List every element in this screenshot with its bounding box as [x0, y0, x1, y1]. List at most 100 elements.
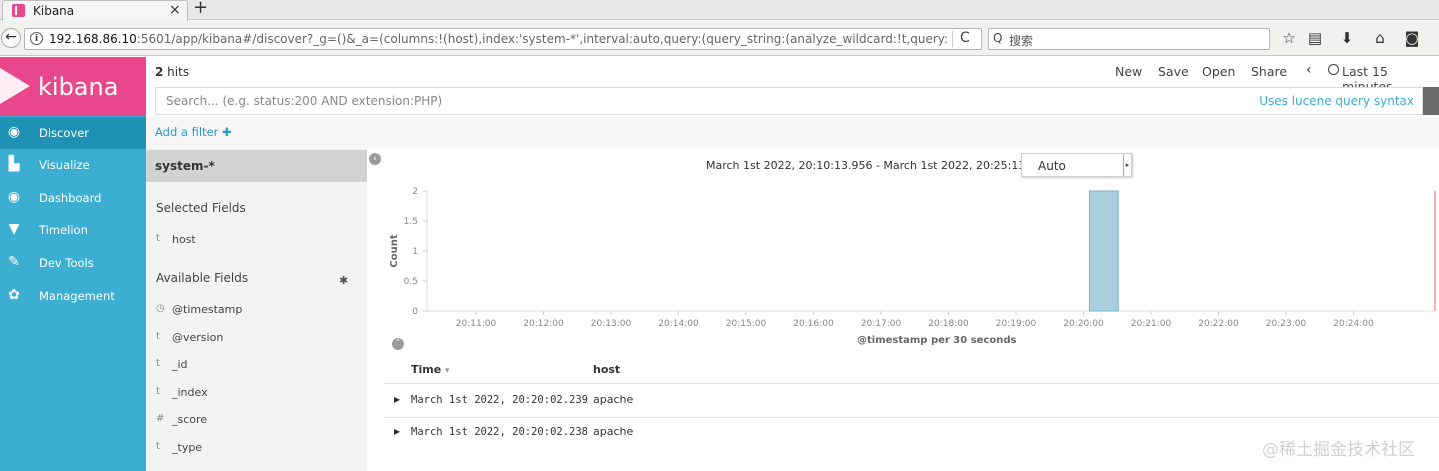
- kibana-logo[interactable]: kibana: [0, 57, 146, 116]
- field-row[interactable]: t _index: [156, 384, 356, 404]
- y-tick-label: 0: [412, 307, 418, 317]
- browser-tab-bar: Kibana × +: [0, 0, 1439, 21]
- collapse-sidebar-icon[interactable]: ‹: [369, 153, 381, 165]
- sidebar-item-visualize[interactable]: ▙ Visualize: [0, 149, 146, 181]
- x-tick-label: 20:24:00: [1333, 319, 1374, 329]
- interval-value: Auto: [1038, 159, 1066, 173]
- sidebar-item-label: Dashboard: [39, 191, 102, 205]
- y-tick-label: 1.5: [404, 217, 418, 227]
- field-type-icon: #: [156, 413, 165, 424]
- x-tick-label: 20:19:00: [996, 319, 1037, 329]
- field-name: _index: [172, 386, 208, 399]
- search-placeholder: 搜索: [1009, 34, 1034, 48]
- field-row[interactable]: t @version: [156, 329, 356, 349]
- y-tick-label: 0.5: [404, 277, 418, 287]
- selected-fields-title: Selected Fields: [156, 201, 246, 215]
- table-divider: [384, 383, 1439, 384]
- reload-icon[interactable]: C: [960, 30, 970, 46]
- browser-tab[interactable]: Kibana ×: [2, 0, 188, 21]
- x-tick-label: 20:11:00: [456, 319, 497, 329]
- add-filter-button[interactable]: Add a filter ✚: [155, 125, 232, 139]
- histogram-chart: 0 0.5 1 1.5 2 Count 20:11:00 20:12:00 20:13:00 20…: [389, 187, 1436, 329]
- field-type-icon: t: [156, 386, 160, 397]
- y-tick-label: 2: [412, 187, 418, 197]
- sidebar-item-management[interactable]: ✿ Management: [0, 280, 146, 312]
- collapse-chart-icon[interactable]: ˄: [392, 338, 404, 350]
- download-icon[interactable]: ⬇: [1337, 28, 1357, 48]
- home-icon[interactable]: ⌂: [1370, 28, 1390, 48]
- back-button[interactable]: ←: [1, 28, 21, 48]
- time-header-label: Time: [411, 363, 442, 376]
- url-divider: [952, 31, 953, 47]
- lucene-syntax-link[interactable]: Uses lucene query syntax: [1259, 94, 1414, 108]
- query-submit-button[interactable]: [1423, 87, 1439, 115]
- field-row[interactable]: t host: [156, 231, 356, 251]
- url-bar[interactable]: i 192.168.86.10:5601/app/kibana#/discove…: [24, 28, 982, 50]
- sidebar-item-label: Dev Tools: [39, 256, 94, 270]
- hits-label: hits: [163, 65, 190, 79]
- reader-icon[interactable]: ▤: [1305, 28, 1325, 48]
- sort-icon[interactable]: ▾: [445, 366, 450, 376]
- field-type-icon: t: [156, 233, 160, 244]
- url-path: :5601/app/kibana#/discover?_g=()&_a=(col…: [136, 32, 949, 46]
- time-back-icon[interactable]: ‹: [1306, 62, 1312, 78]
- x-tick-label: 20:14:00: [658, 319, 699, 329]
- index-pattern-label: system-*: [155, 159, 215, 173]
- field-row[interactable]: # _score: [156, 411, 356, 431]
- browser-search-input[interactable]: Q 搜索: [988, 28, 1270, 50]
- y-tick-label: 1: [412, 247, 418, 257]
- field-settings-gear-icon[interactable]: ✱: [339, 274, 348, 287]
- bar-chart-icon: ▙: [8, 156, 20, 172]
- sidebar-item-timelion[interactable]: ▼ Timelion: [0, 214, 146, 246]
- compass-icon: ◉: [7, 124, 21, 140]
- field-type-icon: t: [156, 441, 160, 452]
- expand-row-icon[interactable]: ▶: [394, 427, 400, 436]
- sidebar-item-discover[interactable]: ◉ Discover: [0, 117, 146, 149]
- x-tick-label: 20:23:00: [1266, 319, 1307, 329]
- interval-select[interactable]: Auto ▸: [1021, 153, 1132, 177]
- filter-bar: Add a filter ✚: [146, 117, 1439, 149]
- expand-row-icon[interactable]: ▶: [394, 395, 400, 404]
- kibana-sidebar: kibana ◉ Discover ▙ Visualize ◉ Dashboar…: [0, 57, 146, 471]
- hits-count: 2 hits: [155, 65, 189, 79]
- field-row[interactable]: t _id: [156, 356, 356, 376]
- query-search-input[interactable]: Search... (e.g. status:200 AND extension…: [155, 87, 1423, 115]
- discover-top-bar: 2 hits New Save Open Share ‹ Last 15 min…: [146, 57, 1439, 117]
- field-name: @timestamp: [172, 303, 243, 316]
- time-range-text: March 1st 2022, 20:10:13.956 - March 1st…: [706, 159, 1065, 172]
- new-tab-button[interactable]: +: [193, 0, 208, 18]
- index-pattern-selector[interactable]: system-*: [146, 150, 367, 182]
- field-name: _id: [172, 358, 188, 371]
- url-text[interactable]: 192.168.86.10:5601/app/kibana#/discover?…: [49, 32, 949, 46]
- tab-close-icon[interactable]: ×: [169, 2, 181, 18]
- pocket-icon[interactable]: ◙: [1402, 28, 1422, 48]
- time-cell: March 1st 2022, 20:20:02.239: [411, 394, 589, 406]
- star-icon[interactable]: ☆: [1279, 28, 1299, 48]
- kibana-logo-text: kibana: [38, 73, 119, 101]
- clock-icon: [1328, 64, 1339, 75]
- sidebar-item-dashboard[interactable]: ◉ Dashboard: [0, 182, 146, 214]
- sidebar-item-dev-tools[interactable]: ✎ Dev Tools: [0, 247, 146, 279]
- field-name: _score: [172, 413, 208, 426]
- url-host: 192.168.86.10: [49, 32, 137, 46]
- field-row[interactable]: t _type: [156, 439, 356, 459]
- watermark-text: @稀土掘金技术社区: [1262, 440, 1415, 460]
- host-cell: apache: [593, 425, 634, 438]
- field-row[interactable]: ◷ @timestamp: [156, 301, 356, 321]
- wrench-icon: ✎: [8, 254, 20, 270]
- field-name: host: [172, 233, 196, 246]
- time-column-header[interactable]: Time ▾: [411, 363, 450, 376]
- share-button[interactable]: Share: [1251, 64, 1287, 79]
- tab-title: Kibana: [33, 4, 75, 18]
- open-button[interactable]: Open: [1202, 64, 1235, 79]
- shield-icon: ▼: [8, 221, 20, 237]
- x-tick-label: 20:21:00: [1131, 319, 1172, 329]
- save-button[interactable]: Save: [1158, 64, 1189, 79]
- sidebar-item-label: Timelion: [39, 223, 88, 237]
- field-type-icon: ◷: [156, 303, 165, 314]
- new-button[interactable]: New: [1115, 64, 1142, 79]
- info-icon[interactable]: i: [30, 32, 43, 45]
- host-column-header[interactable]: host: [593, 363, 620, 376]
- x-tick-label: 20:16:00: [793, 319, 834, 329]
- query-placeholder: Search... (e.g. status:200 AND extension…: [166, 94, 443, 108]
